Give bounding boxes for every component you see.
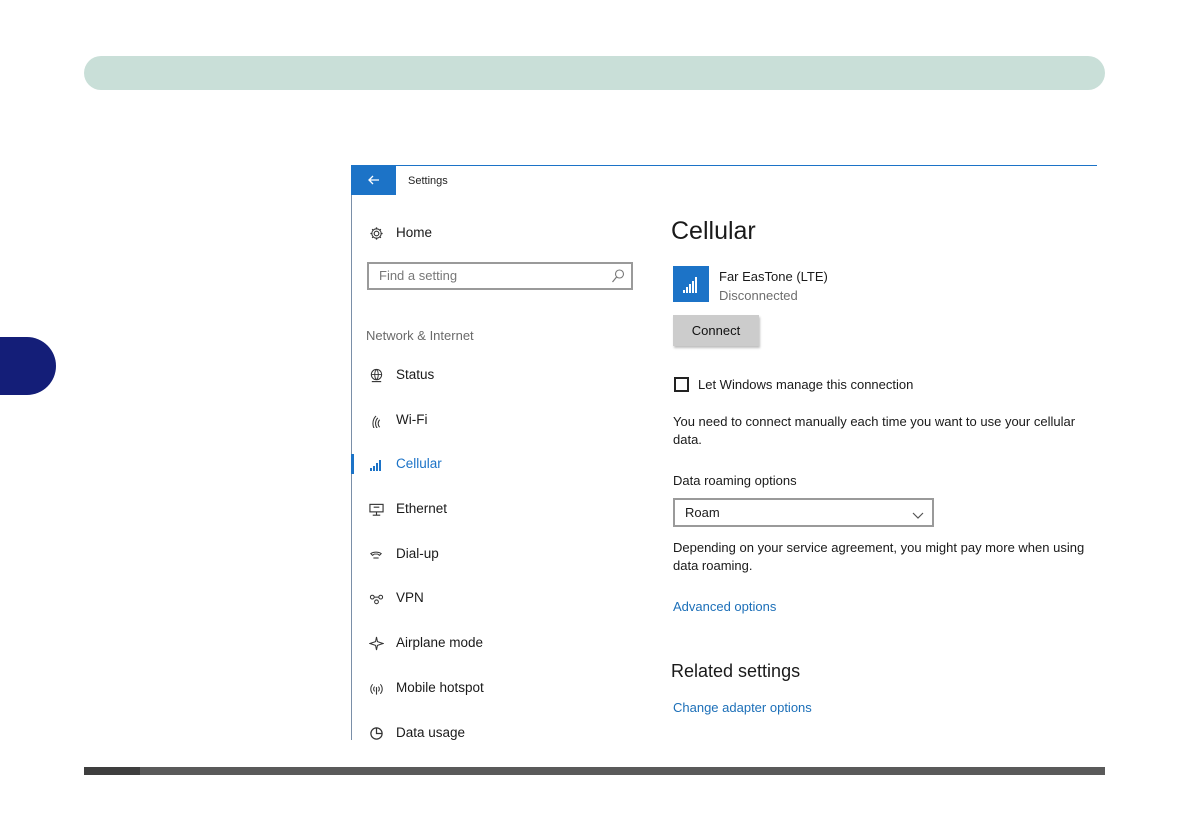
wifi-icon bbox=[366, 406, 386, 434]
signal-bars-icon bbox=[683, 277, 697, 293]
dialup-icon bbox=[366, 540, 386, 568]
sidebar-item-airplane-mode[interactable]: Airplane mode bbox=[351, 629, 641, 657]
back-arrow-icon bbox=[367, 175, 379, 185]
nav-section-heading: Network & Internet bbox=[366, 328, 474, 343]
sidebar-item-label: Status bbox=[396, 367, 435, 382]
network-tile[interactable] bbox=[673, 266, 709, 302]
network-status: Disconnected bbox=[719, 288, 798, 303]
chapter-tab bbox=[0, 337, 56, 395]
sidebar-item-vpn[interactable]: VPN bbox=[351, 584, 641, 612]
globe-icon bbox=[366, 361, 386, 389]
manual-connect-note: You need to connect manually each time y… bbox=[673, 414, 1076, 447]
active-indicator bbox=[351, 454, 354, 474]
hotspot-icon bbox=[366, 674, 386, 702]
sidebar-item-mobile-hotspot[interactable]: Mobile hotspot bbox=[351, 674, 641, 702]
vpn-icon bbox=[366, 584, 386, 612]
change-adapter-options-link[interactable]: Change adapter options bbox=[673, 700, 812, 715]
data-usage-icon bbox=[366, 719, 386, 740]
settings-window: Settings Home Find a setting Network & I… bbox=[351, 165, 1097, 740]
manage-connection-label: Let Windows manage this connection bbox=[698, 377, 914, 392]
page-header-bar bbox=[84, 56, 1105, 90]
page-title: Cellular bbox=[671, 217, 756, 245]
sidebar-item-label: Wi-Fi bbox=[396, 412, 428, 427]
sidebar-item-cellular[interactable]: Cellular bbox=[351, 450, 641, 478]
sidebar-item-label: VPN bbox=[396, 590, 424, 605]
sidebar-item-label: Airplane mode bbox=[396, 635, 484, 650]
sidebar-item-wifi[interactable]: Wi-Fi bbox=[351, 406, 641, 434]
sidebar-item-label: Ethernet bbox=[396, 501, 448, 516]
signal-bars-icon bbox=[366, 450, 386, 478]
back-button[interactable] bbox=[351, 165, 396, 195]
window-title: Settings bbox=[408, 175, 448, 187]
nav-home[interactable]: Home bbox=[351, 220, 641, 246]
manage-connection-checkbox[interactable] bbox=[674, 377, 689, 392]
connect-button[interactable]: Connect bbox=[673, 315, 759, 346]
roaming-options-label: Data roaming options bbox=[673, 473, 797, 488]
sidebar-item-label: Cellular bbox=[396, 456, 442, 471]
network-name: Far EasTone (LTE) bbox=[719, 269, 828, 284]
search-icon bbox=[611, 268, 625, 284]
roaming-select[interactable]: Roam bbox=[673, 498, 934, 527]
gear-icon bbox=[366, 220, 386, 246]
roaming-select-value: Roam bbox=[685, 505, 720, 520]
chevron-down-icon bbox=[912, 507, 924, 519]
search-placeholder: Find a setting bbox=[379, 268, 458, 283]
sidebar-item-status[interactable]: Status bbox=[351, 361, 641, 389]
advanced-options-link[interactable]: Advanced options bbox=[673, 599, 776, 614]
airplane-icon bbox=[366, 629, 386, 657]
ethernet-icon bbox=[366, 495, 386, 523]
nav-home-label: Home bbox=[396, 225, 433, 240]
footer-rule bbox=[84, 767, 1105, 775]
related-settings-heading: Related settings bbox=[671, 661, 801, 681]
sidebar-item-dialup[interactable]: Dial-up bbox=[351, 540, 641, 568]
sidebar-item-ethernet[interactable]: Ethernet bbox=[351, 495, 641, 523]
sidebar-item-data-usage[interactable]: Data usage bbox=[351, 719, 641, 740]
sidebar-item-label: Mobile hotspot bbox=[396, 680, 484, 695]
title-bar: Settings bbox=[351, 165, 1097, 195]
search-input[interactable]: Find a setting bbox=[367, 262, 633, 290]
roaming-note: Depending on your service agreement, you… bbox=[673, 540, 1085, 573]
sidebar-item-label: Dial-up bbox=[396, 546, 439, 561]
sidebar-item-label: Data usage bbox=[396, 725, 466, 740]
